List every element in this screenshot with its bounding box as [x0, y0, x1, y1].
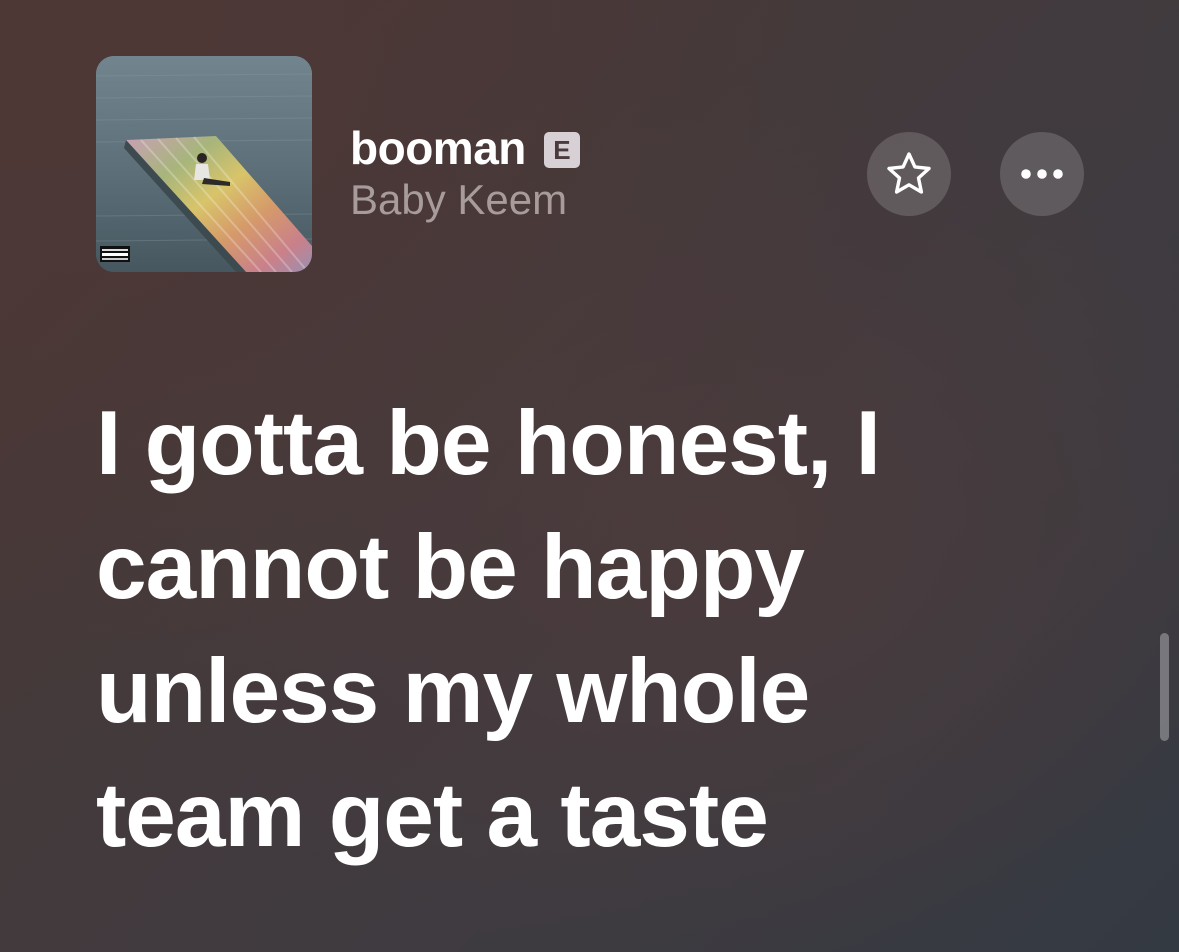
title-row: booman E: [350, 122, 580, 174]
artist-name[interactable]: Baby Keem: [350, 176, 580, 224]
now-playing-header: booman E Baby Keem: [96, 56, 1086, 274]
song-title[interactable]: booman: [350, 121, 526, 175]
more-options-button[interactable]: [1000, 132, 1084, 216]
lyric-line[interactable]: team get a taste: [96, 754, 1096, 878]
favorite-button[interactable]: [867, 132, 951, 216]
lyrics-panel[interactable]: I gotta be honest, I cannot be happy unl…: [96, 382, 1096, 878]
explicit-badge: E: [543, 132, 580, 168]
ellipsis-icon: [1021, 169, 1063, 179]
lyric-line[interactable]: unless my whole: [96, 630, 1096, 754]
song-info: booman E Baby Keem: [350, 122, 580, 224]
album-artwork-image: [96, 56, 312, 272]
lyric-line[interactable]: cannot be happy: [96, 506, 1096, 630]
scroll-indicator[interactable]: [1160, 633, 1169, 741]
star-icon: [887, 152, 931, 194]
lyric-line[interactable]: I gotta be honest, I: [96, 382, 1096, 506]
album-artwork[interactable]: [96, 56, 312, 272]
